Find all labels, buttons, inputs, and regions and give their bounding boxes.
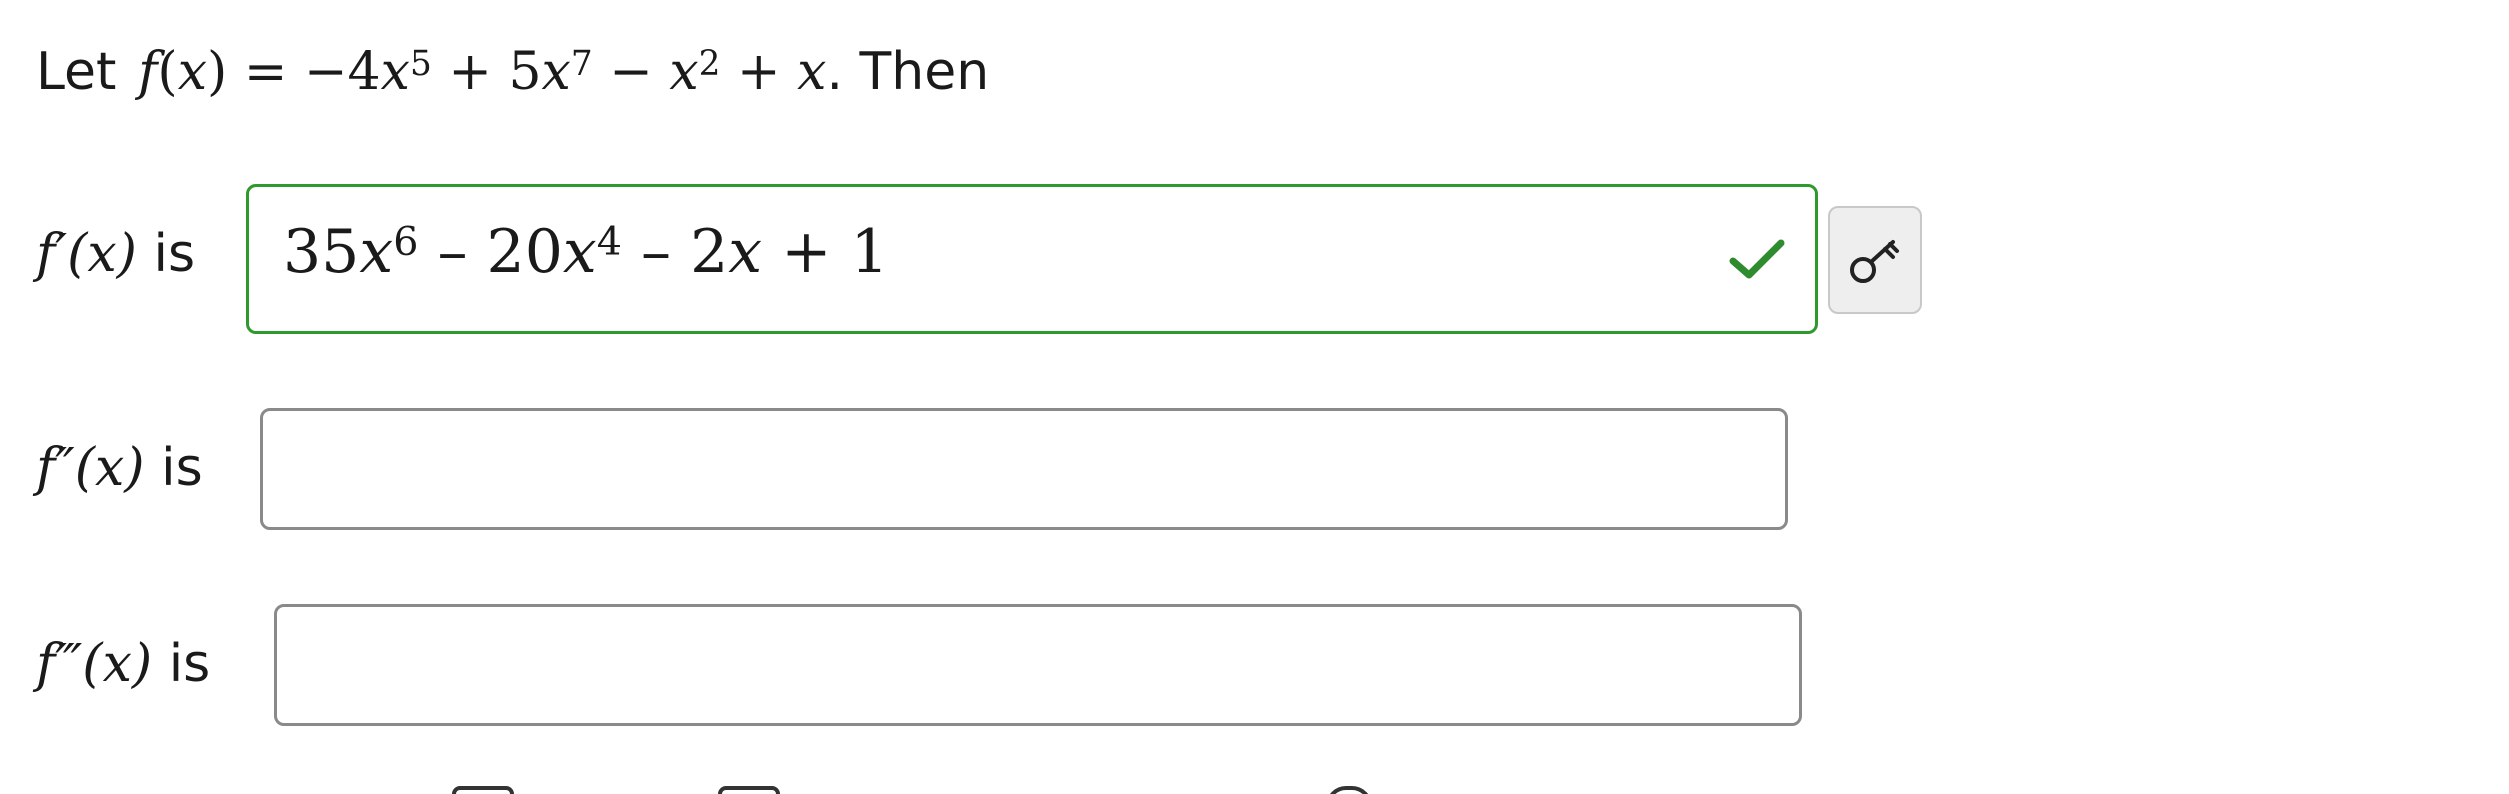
key-icon — [1850, 240, 1899, 283]
bottom-control-2[interactable] — [718, 786, 780, 794]
check-icon — [1729, 239, 1785, 279]
first-derivative-answer: 35x6 – 20x4 – 2x + 1 — [283, 217, 889, 287]
first-derivative-label: f′(x) is — [36, 224, 196, 284]
problem-prefix: Let — [36, 42, 117, 102]
problem-statement: Let f(x) = −4x5 + 5x7 − x2 + x. Then — [36, 34, 989, 110]
show-answer-key-button[interactable] — [1828, 206, 1922, 314]
problem-suffix: . Then — [826, 42, 990, 102]
third-derivative-input[interactable] — [274, 604, 1802, 726]
first-derivative-input[interactable]: 35x6 – 20x4 – 2x + 1 — [246, 184, 1818, 334]
bottom-control-1[interactable] — [452, 786, 514, 794]
bottom-control-3[interactable] — [1326, 786, 1372, 794]
problem-function: f(x) = −4x5 + 5x7 − x2 + x — [138, 42, 827, 102]
second-derivative-label: f″(x) is — [36, 438, 203, 498]
third-derivative-label: f‴(x) is — [36, 634, 211, 694]
second-derivative-input[interactable] — [260, 408, 1788, 530]
problem-page: Let f(x) = −4x5 + 5x7 − x2 + x. Then f′(… — [0, 0, 2509, 794]
